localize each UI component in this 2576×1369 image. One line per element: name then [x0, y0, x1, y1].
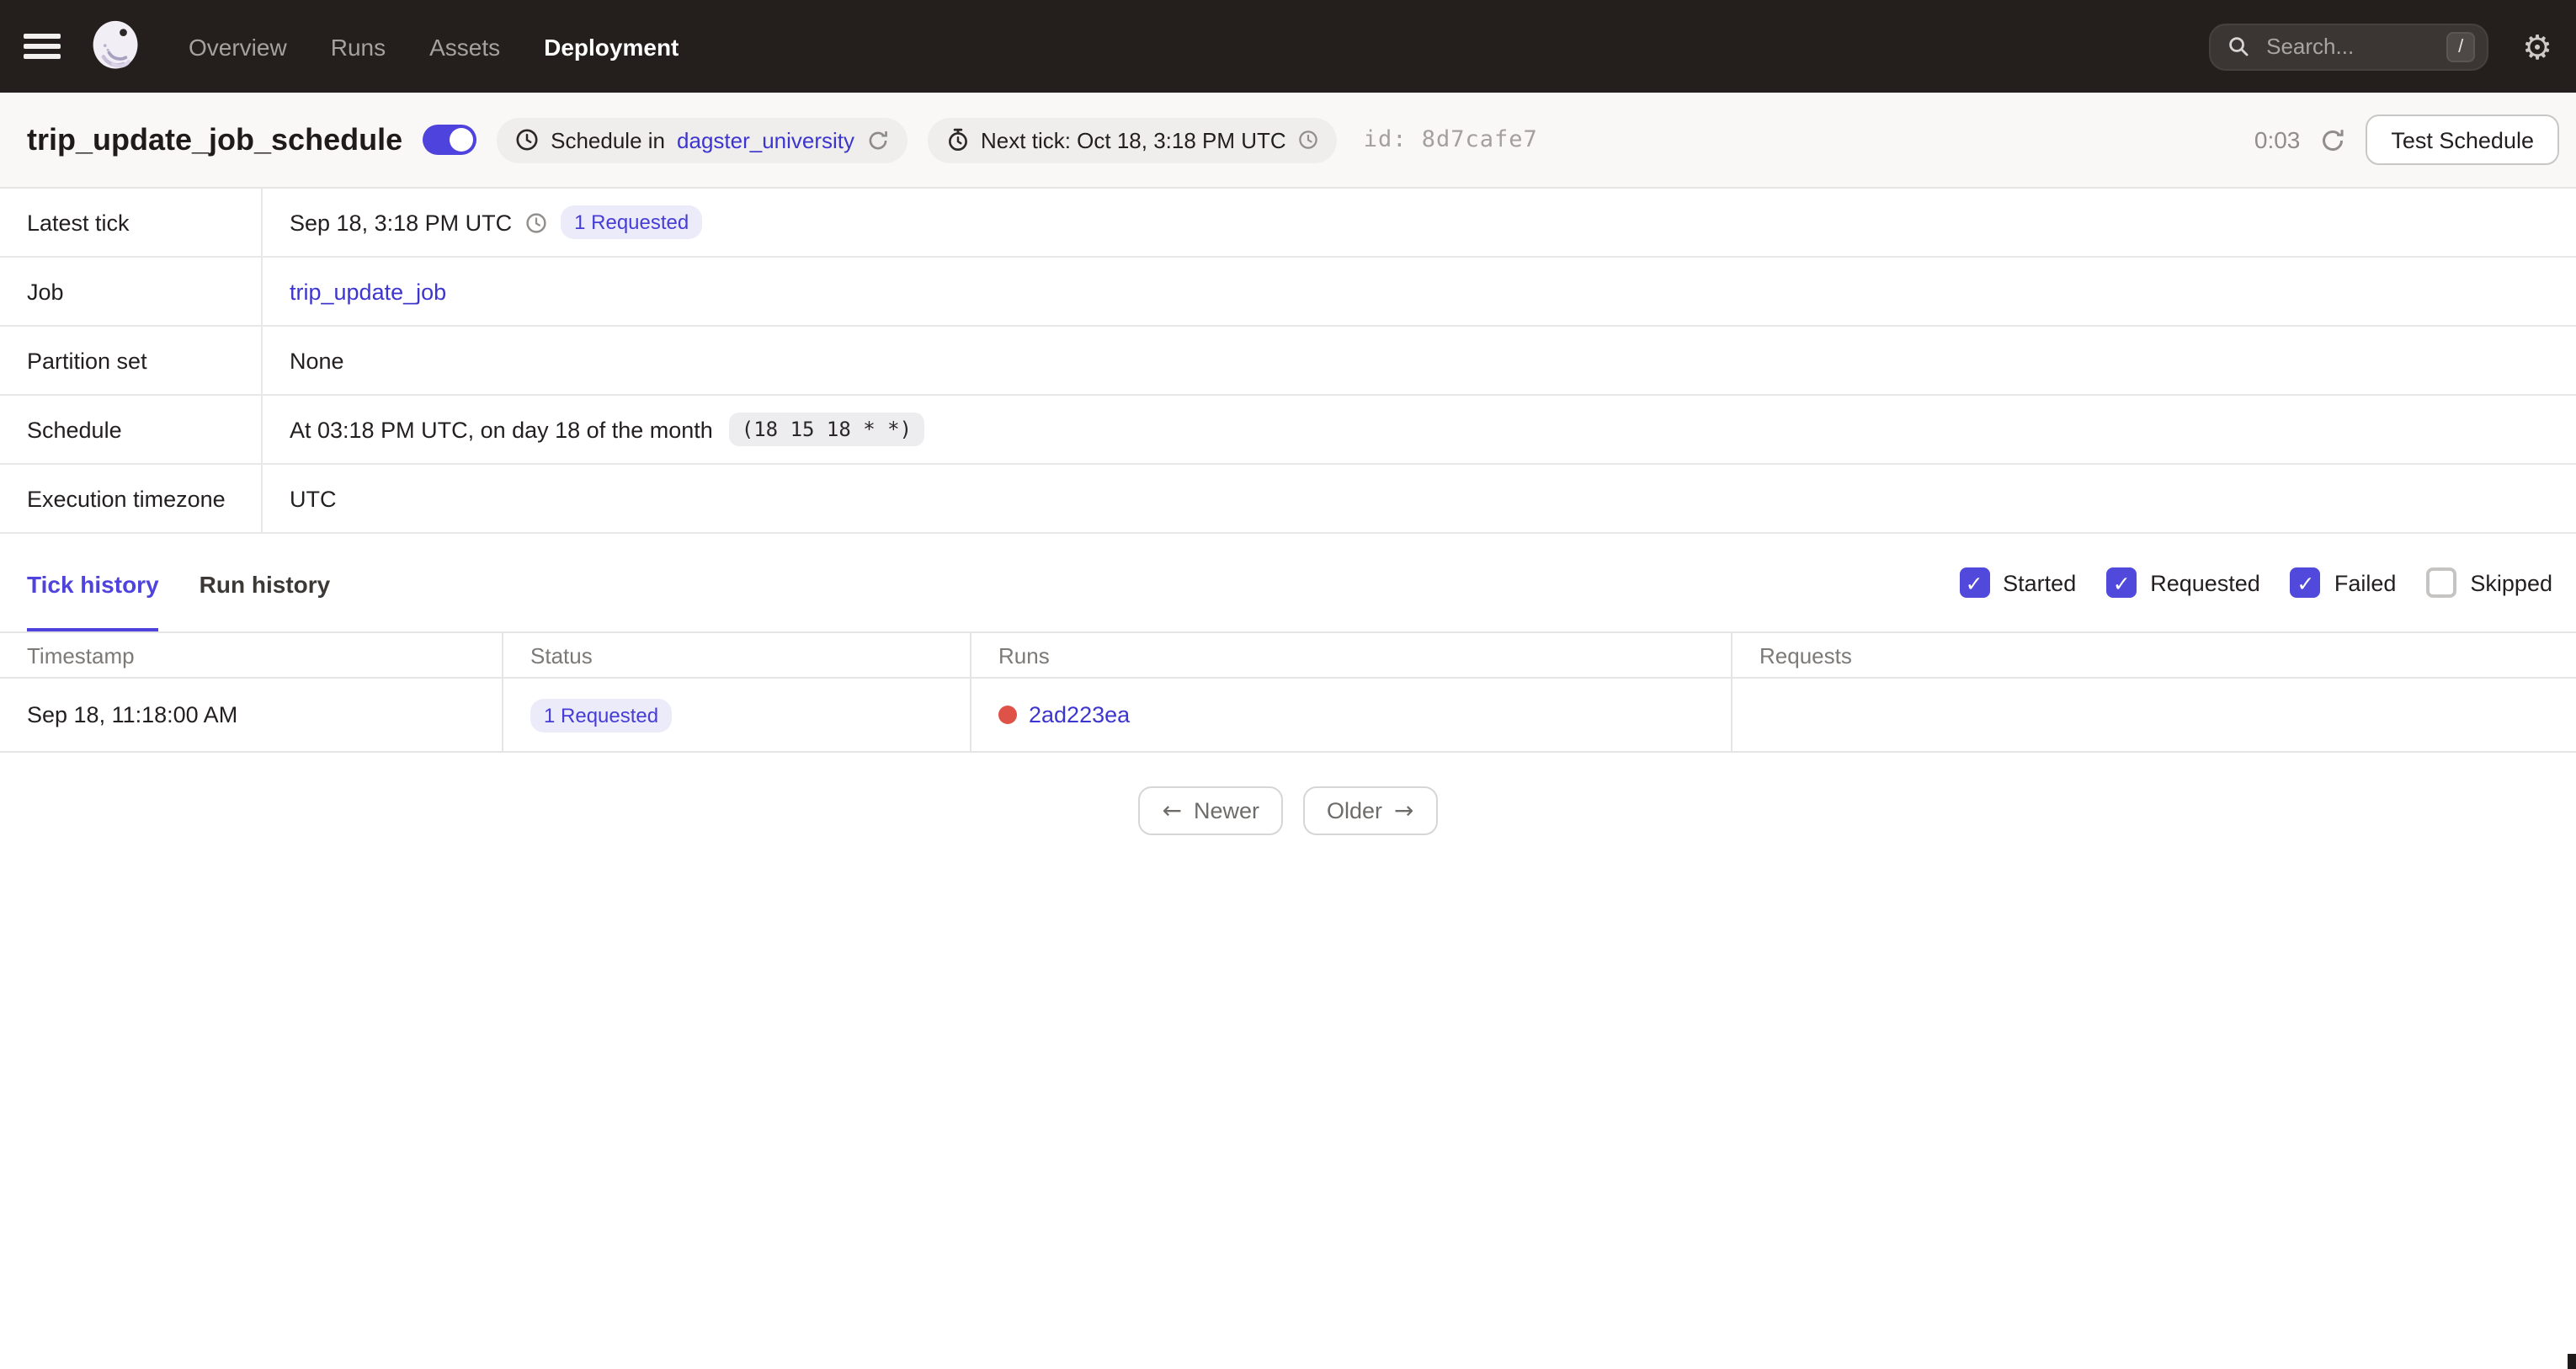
refresh-countdown: 0:03	[2254, 126, 2301, 153]
nav-item-deployment[interactable]: Deployment	[544, 33, 679, 60]
nav-item-runs[interactable]: Runs	[331, 33, 386, 60]
clock-icon	[515, 128, 539, 152]
search-shortcut-key: /	[2446, 31, 2476, 61]
pagination: ← Newer Older →	[0, 786, 2576, 835]
detail-row-latest-tick: Latest tick Sep 18, 3:18 PM UTC 1 Reques…	[0, 189, 2576, 258]
test-schedule-button[interactable]: Test Schedule	[2366, 115, 2559, 165]
history-tabs: Tick history Run history	[27, 534, 330, 631]
page-title: trip_update_job_schedule	[27, 122, 403, 156]
next-tick-tag: Next tick: Oct 18, 3:18 PM UTC	[927, 117, 1337, 162]
filter-failed[interactable]: ✓ Failed	[2290, 567, 2397, 598]
dagster-logo-icon[interactable]	[88, 18, 145, 75]
search-icon	[2227, 35, 2249, 57]
refresh-icon[interactable]	[2320, 127, 2345, 152]
column-header-status: Status	[502, 633, 970, 677]
clock-icon	[525, 211, 547, 233]
detail-row-job: Job trip_update_job	[0, 258, 2576, 327]
filter-label: Skipped	[2470, 570, 2552, 595]
newer-button[interactable]: ← Newer	[1138, 786, 1283, 835]
app-root: Overview Runs Assets Deployment / ⚙ trip…	[0, 0, 2576, 1369]
code-location-link[interactable]: dagster_university	[677, 127, 854, 152]
search-input[interactable]	[2263, 32, 2434, 61]
cell-timestamp: Sep 18, 11:18:00 AM	[27, 702, 238, 727]
status-filters: ✓ Started ✓ Requested ✓ Failed ✓ Skipped	[1959, 534, 2552, 631]
check-icon: ✓	[2112, 570, 2131, 595]
older-button-label: Older	[1327, 798, 1383, 823]
run-id-link[interactable]: 2ad223ea	[1029, 702, 1130, 727]
header-actions: 0:03 Test Schedule	[2254, 115, 2559, 165]
schedule-description: At 03:18 PM UTC, on day 18 of the month	[290, 417, 713, 442]
detail-label: Schedule	[0, 396, 263, 463]
checkbox-skipped[interactable]: ✓	[2426, 567, 2457, 598]
tick-history-table: Timestamp Status Runs Requests Sep 18, 1…	[0, 631, 2576, 753]
latest-tick-value: Sep 18, 3:18 PM UTC	[290, 210, 513, 235]
filter-label: Requested	[2150, 570, 2260, 595]
detail-label: Latest tick	[0, 189, 263, 256]
checkbox-failed[interactable]: ✓	[2290, 567, 2321, 598]
check-icon: ✓	[1965, 570, 1983, 595]
schedule-location-prefix: Schedule in	[551, 127, 666, 152]
next-tick-text: Next tick: Oct 18, 3:18 PM UTC	[981, 127, 1286, 152]
gear-icon[interactable]: ⚙	[2522, 29, 2552, 63]
older-button[interactable]: Older →	[1303, 786, 1438, 835]
newer-button-label: Newer	[1193, 798, 1259, 823]
tab-tick-history[interactable]: Tick history	[27, 534, 159, 631]
schedule-header: trip_update_job_schedule Schedule in dag…	[0, 93, 2576, 189]
check-icon: ✓	[2297, 570, 2315, 595]
column-header-requests: Requests	[1731, 633, 2576, 677]
filter-started[interactable]: ✓ Started	[1959, 567, 2076, 598]
tab-run-history[interactable]: Run history	[200, 534, 331, 631]
column-header-timestamp: Timestamp	[27, 642, 135, 668]
detail-label: Execution timezone	[0, 465, 263, 532]
nav-links: Overview Runs Assets Deployment	[189, 33, 679, 60]
history-tabs-row: Tick history Run history ✓ Started ✓ Req…	[0, 534, 2576, 631]
reload-location-icon[interactable]	[866, 129, 888, 151]
stopwatch-icon	[945, 128, 969, 152]
filter-label: Failed	[2334, 570, 2397, 595]
cron-expression: (18 15 18 * *)	[729, 413, 924, 446]
schedule-id: id: 8d7cafe7	[1363, 126, 1538, 153]
partition-set-value: None	[290, 348, 344, 373]
schedule-location-tag: Schedule in dagster_university	[497, 117, 907, 162]
detail-row-schedule: Schedule At 03:18 PM UTC, on day 18 of t…	[0, 396, 2576, 465]
schedule-details: Latest tick Sep 18, 3:18 PM UTC 1 Reques…	[0, 189, 2576, 534]
detail-row-execution-timezone: Execution timezone UTC	[0, 465, 2576, 534]
checkbox-started[interactable]: ✓	[1959, 567, 1990, 598]
hamburger-menu-icon[interactable]	[24, 34, 61, 59]
arrow-right-icon: →	[1394, 797, 1414, 824]
job-link[interactable]: trip_update_job	[290, 279, 446, 304]
schedule-enabled-toggle[interactable]	[423, 125, 477, 155]
detail-row-partition-set: Partition set None	[0, 327, 2576, 396]
requested-badge: 1 Requested	[561, 205, 703, 239]
table-header: Timestamp Status Runs Requests	[0, 633, 2576, 679]
scrollbar-corner-mark	[2568, 1354, 2576, 1369]
execution-timezone-value: UTC	[290, 486, 337, 511]
cell-requests	[1731, 679, 2576, 751]
run-status-dot-icon	[998, 706, 1017, 724]
top-nav-bar: Overview Runs Assets Deployment / ⚙	[0, 0, 2576, 93]
column-header-runs: Runs	[970, 633, 1731, 677]
table-row: Sep 18, 11:18:00 AM 1 Requested 2ad223ea	[0, 679, 2576, 753]
detail-label: Job	[0, 258, 263, 325]
nav-item-overview[interactable]: Overview	[189, 33, 287, 60]
filter-requested[interactable]: ✓ Requested	[2106, 567, 2260, 598]
status-badge: 1 Requested	[530, 698, 673, 732]
nav-item-assets[interactable]: Assets	[429, 33, 500, 60]
checkbox-requested[interactable]: ✓	[2106, 567, 2137, 598]
filter-skipped[interactable]: ✓ Skipped	[2426, 567, 2552, 598]
filter-label: Started	[2003, 570, 2077, 595]
search-box[interactable]: /	[2209, 23, 2489, 70]
arrow-left-icon: ←	[1162, 797, 1182, 824]
timezone-clock-icon	[1298, 130, 1318, 150]
detail-label: Partition set	[0, 327, 263, 394]
